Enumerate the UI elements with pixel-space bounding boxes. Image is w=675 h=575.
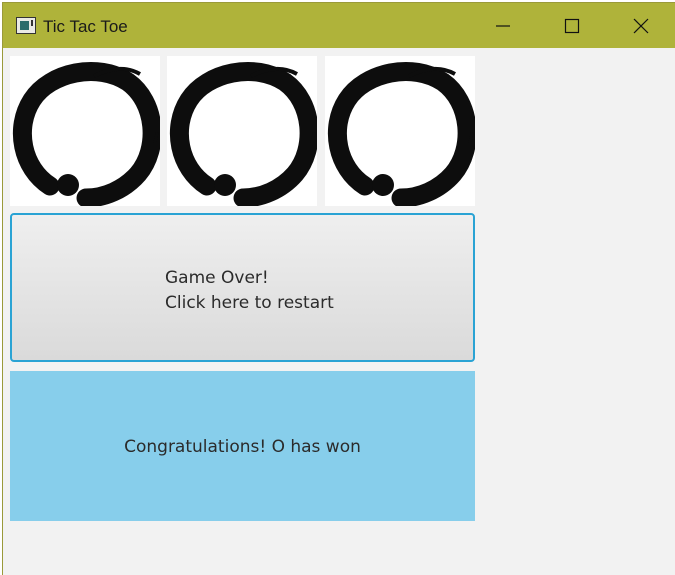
enso-circle-icon <box>12 62 160 206</box>
game-over-text: Game Over! <box>165 268 269 288</box>
maximize-button[interactable] <box>538 3 606 48</box>
status-message: Congratulations! O has won <box>124 437 361 457</box>
minimize-button[interactable] <box>469 3 537 48</box>
status-panel: Congratulations! O has won <box>10 371 475 521</box>
board-cell-3[interactable] <box>325 56 475 206</box>
restart-button[interactable]: Game Over! Click here to restart <box>10 213 475 362</box>
enso-circle-icon <box>327 62 475 206</box>
board-cell-1[interactable] <box>10 56 160 206</box>
app-icon <box>16 17 36 34</box>
close-button[interactable] <box>607 3 675 48</box>
maximize-icon <box>564 18 580 33</box>
close-icon <box>633 18 649 33</box>
minimize-icon <box>496 24 510 27</box>
board-cell-2[interactable] <box>167 56 317 206</box>
restart-instruction-text: Click here to restart <box>165 293 334 313</box>
restart-label: Game Over! Click here to restart <box>165 266 334 316</box>
enso-circle-icon <box>169 62 317 206</box>
title-bar[interactable]: Tic Tac Toe <box>3 3 675 48</box>
window-title: Tic Tac Toe <box>43 17 128 36</box>
game-window: Tic Tac Toe Game Over! Click here to res… <box>3 3 675 575</box>
